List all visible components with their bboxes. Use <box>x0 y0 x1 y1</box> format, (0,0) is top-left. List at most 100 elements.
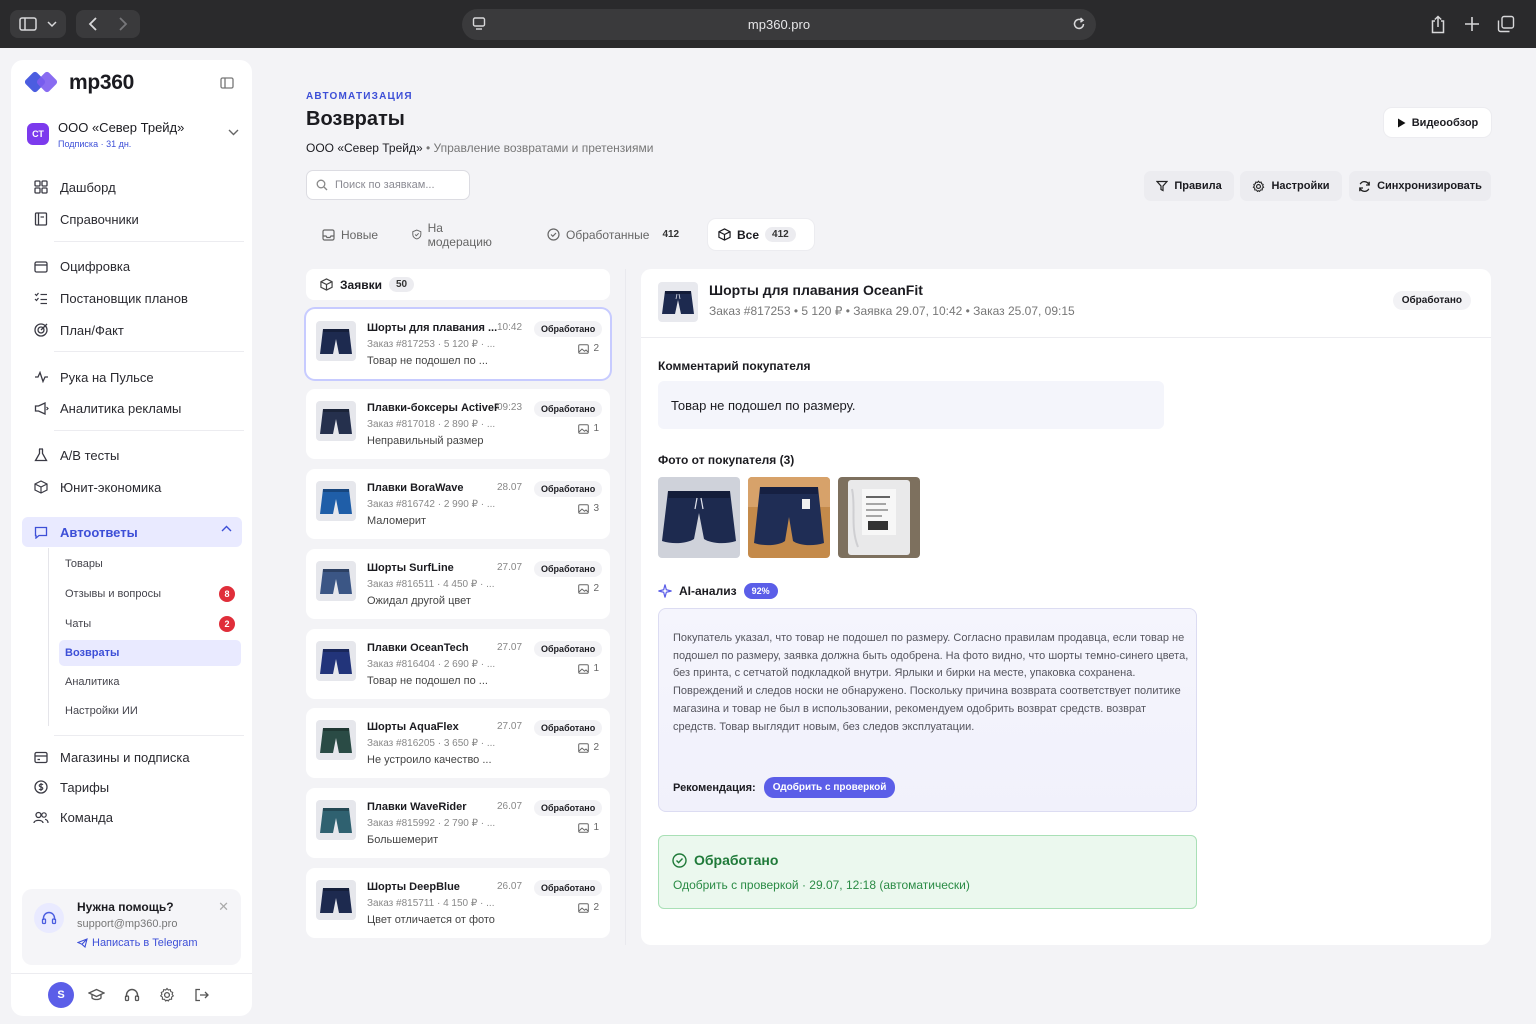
nav-label: Дашборд <box>60 179 116 195</box>
image-icon <box>578 343 590 354</box>
settings-button[interactable]: Настройки <box>1240 171 1342 201</box>
subnav-item-analytics[interactable]: Аналитика <box>59 669 241 695</box>
page-subtitle: ООО «Север Трейд» • Управление возвратам… <box>306 141 653 155</box>
org-label: ООО «Север Трейд» <box>306 141 423 155</box>
shield-check-icon <box>412 229 422 240</box>
new-tab-icon[interactable] <box>1458 10 1486 38</box>
nav-item-planner[interactable]: Постановщик планов <box>22 283 242 313</box>
nav-item-dashboard[interactable]: Дашборд <box>22 172 242 202</box>
telegram-link[interactable]: Написать в Telegram <box>77 937 198 949</box>
list-item[interactable]: Шорты SurfLine 27.07 Обработано Заказ #8165… <box>306 549 610 619</box>
video-review-button[interactable]: Видеообзор <box>1384 108 1491 137</box>
headset-icon <box>34 903 64 933</box>
divider <box>625 269 626 945</box>
ai-analysis-label: AI-анализ 92% <box>658 583 778 599</box>
nav-item-ad-analytics[interactable]: Аналитика рекламы <box>22 393 242 423</box>
rules-button[interactable]: Правила <box>1144 171 1234 201</box>
tab-processed[interactable]: Обработанные 412 <box>537 219 696 250</box>
list-item[interactable]: Шорты для плавания ... 10:42 Обработано Зак… <box>306 309 610 379</box>
tab-all[interactable]: Все 412 <box>708 219 814 250</box>
order-meta: Заказ #817253 • 5 120 ₽ • Заявка 29.07, … <box>709 304 1075 318</box>
image-icon <box>578 423 590 434</box>
search-box <box>306 170 470 200</box>
nav-item-plan-fact[interactable]: План/Факт <box>22 315 242 345</box>
image-icon <box>578 902 590 913</box>
page-menu-icon[interactable] <box>472 16 486 32</box>
reload-icon[interactable] <box>1072 16 1086 32</box>
list-item[interactable]: Плавки WaveRider 26.07 Обработано Заказ #81… <box>306 788 610 858</box>
org-switcher[interactable]: СТ ООО «Север Трейд» Подписка · 31 дн. <box>27 117 241 157</box>
logout-icon[interactable] <box>189 983 214 1008</box>
subnav-item-chats[interactable]: Чаты 2 <box>59 611 241 637</box>
nav-item-stores[interactable]: Магазины и подписка <box>22 742 242 772</box>
item-reason: Товар не подошел по ... <box>367 675 488 687</box>
collapse-sidebar-icon[interactable] <box>220 77 234 89</box>
support-email[interactable]: support@mp360.pro <box>77 918 177 930</box>
item-time: 26.07 <box>497 801 523 812</box>
buyer-photo[interactable] <box>838 477 920 558</box>
sidebar-toggle-button[interactable] <box>10 10 66 38</box>
box-icon <box>718 228 731 241</box>
store-icon <box>22 751 60 764</box>
send-icon <box>77 938 88 948</box>
nav-item-digitization[interactable]: Оцифровка <box>22 251 242 281</box>
subnav-item-returns[interactable]: Возвраты <box>59 640 241 666</box>
nav-item-unit-economics[interactable]: Юнит-экономика <box>22 472 242 502</box>
search-input[interactable] <box>335 179 455 191</box>
nav-item-pulse[interactable]: Рука на Пульсе <box>22 362 242 392</box>
share-icon[interactable] <box>1424 10 1452 38</box>
nav-item-directories[interactable]: Справочники <box>22 204 242 234</box>
chevron-down-icon <box>47 21 57 28</box>
nav-label: Магазины и подписка <box>60 749 190 765</box>
recommendation-badge[interactable]: Одобрить с проверкой <box>763 777 896 798</box>
close-icon[interactable]: ✕ <box>218 899 229 915</box>
buyer-photo[interactable] <box>748 477 830 558</box>
list-item[interactable]: Плавки OceanTech 27.07 Обработано Заказ #81… <box>306 629 610 699</box>
subnav-item-reviews[interactable]: Отзывы и вопросы 8 <box>59 581 241 607</box>
play-icon <box>1397 118 1406 127</box>
request-detail: Шорты для плавания OceanFit Заказ #81725… <box>641 269 1491 945</box>
buyer-photo[interactable] <box>658 477 740 558</box>
chevron-down-icon <box>228 129 239 136</box>
graduation-cap-icon[interactable] <box>84 983 109 1008</box>
photo-count-value: 3 <box>593 503 599 514</box>
forward-button[interactable] <box>108 17 138 31</box>
video-review-label: Видеообзор <box>1411 116 1479 129</box>
list-item[interactable]: Плавки BoraWave 28.07 Обработано Заказ #816… <box>306 469 610 539</box>
logo[interactable]: mp360 <box>25 70 134 96</box>
list-item[interactable]: Шорты DeepBlue 26.07 Обработано Заказ #8157… <box>306 868 610 938</box>
gear-icon[interactable] <box>154 983 179 1008</box>
back-button[interactable] <box>78 17 108 31</box>
subnav-item-products[interactable]: Товары <box>59 551 241 577</box>
nav-item-ab-tests[interactable]: A/B тесты <box>22 440 242 470</box>
processed-status-box: Обработано Одобрить с проверкой · 29.07,… <box>658 835 1197 909</box>
list-item[interactable]: Плавки-боксеры ActivePro 09:23 Обработано З… <box>306 389 610 459</box>
user-avatar[interactable]: S <box>48 982 74 1008</box>
nav-item-autoreplies[interactable]: Автоответы <box>22 517 242 547</box>
tabs-overview-icon[interactable] <box>1492 10 1520 38</box>
list-item[interactable]: Шорты AquaFlex 27.07 Обработано Заказ #8162… <box>306 708 610 778</box>
users-icon <box>22 811 60 824</box>
nav-item-tariffs[interactable]: Тарифы <box>22 772 242 802</box>
status-badge: Обработано <box>534 401 603 417</box>
item-time: 27.07 <box>497 642 523 653</box>
page-title: Возвраты <box>306 108 405 130</box>
browser-toolbar: mp360.pro <box>0 0 1536 48</box>
nav-label: План/Факт <box>60 322 124 338</box>
divider <box>54 430 244 431</box>
settings-label: Настройки <box>1271 180 1330 192</box>
check-circle-icon <box>672 852 687 868</box>
subnav-item-ai-settings[interactable]: Настройки ИИ <box>59 698 241 724</box>
nav-item-team[interactable]: Команда <box>22 802 242 832</box>
tab-label: Все <box>737 227 760 242</box>
tab-moderation[interactable]: На модерацию <box>402 219 504 250</box>
address-bar[interactable]: mp360.pro <box>462 9 1096 40</box>
headset-icon[interactable] <box>119 983 144 1008</box>
product-thumbnail <box>316 321 356 361</box>
sync-button[interactable]: Синхронизировать <box>1349 171 1491 201</box>
tab-new[interactable]: Новые <box>312 219 388 250</box>
item-meta: Заказ #815711 · 4 150 ₽ · ... <box>367 898 495 909</box>
chevron-right-icon <box>119 17 128 31</box>
photo-count-value: 2 <box>593 902 599 913</box>
sparkle-icon <box>658 584 672 598</box>
